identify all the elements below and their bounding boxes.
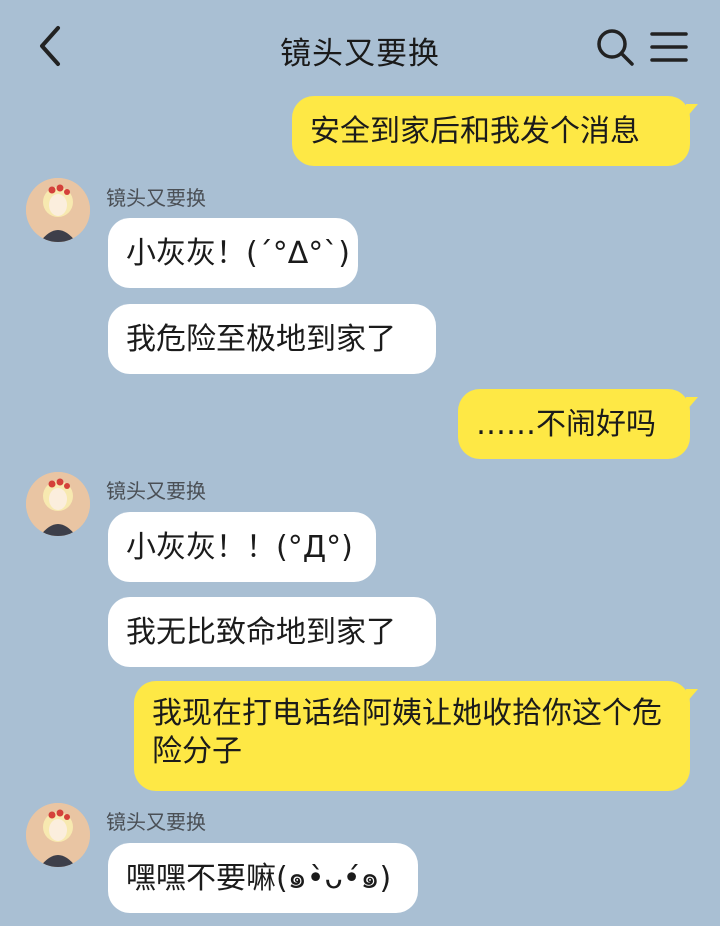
- message-text: 我危险至极地到家了: [126, 322, 396, 357]
- bubble-tail: [686, 104, 698, 118]
- sender-name: 镜头又要换: [106, 186, 206, 210]
- message-bubble-incoming[interactable]: 小灰灰！(´°Δ°`): [108, 218, 358, 288]
- bubble-tail: [686, 689, 698, 703]
- menu-icon: [650, 32, 688, 62]
- message-bubble-outgoing[interactable]: ……不闹好吗: [458, 389, 690, 459]
- avatar[interactable]: [26, 472, 90, 536]
- menu-button[interactable]: [648, 28, 690, 66]
- message-text: 小灰灰！！(°Д°): [126, 530, 353, 565]
- message-bubble-incoming[interactable]: 我危险至极地到家了: [108, 304, 436, 374]
- message-bubble-incoming[interactable]: 小灰灰！！(°Д°): [108, 512, 376, 582]
- sender-name: 镜头又要换: [106, 810, 206, 834]
- search-button[interactable]: [594, 26, 636, 68]
- message-text: 小灰灰！(´°Δ°`): [126, 236, 350, 271]
- message-bubble-incoming[interactable]: 嘿嘿不要嘛(๑•̀ᴗ•́๑): [108, 843, 418, 913]
- message-text: 嘿嘿不要嘛(๑•̀ᴗ•́๑): [126, 861, 392, 896]
- message-bubble-incoming[interactable]: 我无比致命地到家了: [108, 597, 436, 667]
- bubble-tail: [686, 397, 698, 411]
- chat-header: 镜头又要换: [0, 0, 720, 92]
- message-bubble-outgoing[interactable]: 我现在打电话给阿姨让她收拾你这个危险分子: [134, 681, 690, 791]
- avatar[interactable]: [26, 178, 90, 242]
- message-text: 我现在打电话给阿姨让她收拾你这个危险分子: [152, 696, 662, 769]
- message-text: 安全到家后和我发个消息: [310, 114, 640, 149]
- avatar-image-icon: [26, 803, 90, 867]
- avatar-image-icon: [26, 178, 90, 242]
- avatar[interactable]: [26, 803, 90, 867]
- message-text: ……不闹好吗: [476, 407, 656, 442]
- sender-name: 镜头又要换: [106, 479, 206, 503]
- message-text: 我无比致命地到家了: [126, 615, 396, 650]
- search-icon: [597, 29, 634, 66]
- avatar-image-icon: [26, 472, 90, 536]
- message-bubble-outgoing[interactable]: 安全到家后和我发个消息: [292, 96, 690, 166]
